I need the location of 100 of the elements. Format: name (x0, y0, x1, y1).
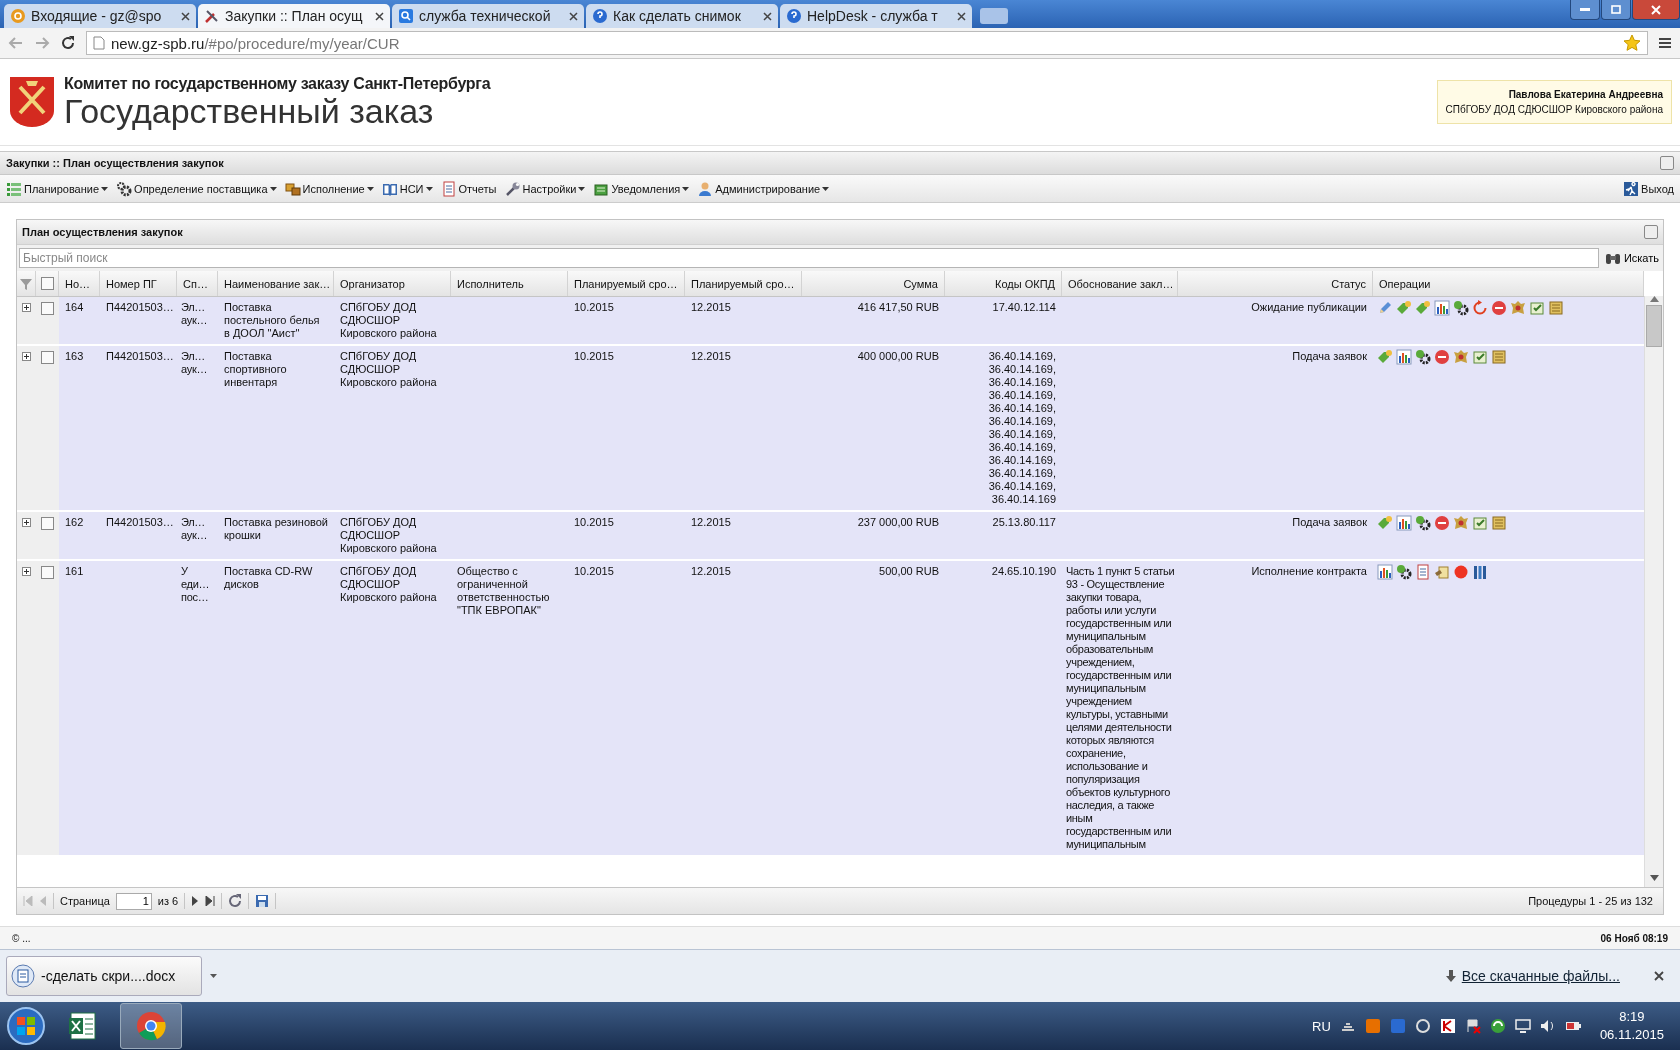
column-header[interactable]: Но… (59, 271, 100, 296)
save-icon[interactable] (255, 894, 270, 908)
dropdown-icon[interactable] (210, 974, 217, 978)
expand-icon[interactable] (22, 567, 31, 576)
expand-icon[interactable] (22, 303, 31, 312)
minimize-button[interactable] (1570, 0, 1600, 20)
menu-item[interactable]: Планирование (4, 178, 111, 199)
dot-icon[interactable] (1453, 564, 1469, 580)
logout-button[interactable]: Выход (1621, 178, 1676, 199)
page-field[interactable]: 1 (115, 892, 152, 910)
scroll-down-icon[interactable] (1649, 875, 1659, 881)
menu-item[interactable]: Исполнение (282, 178, 376, 199)
antivirus-icon[interactable] (1439, 1018, 1456, 1034)
menu-item[interactable]: НСИ (379, 178, 435, 199)
pencil-icon[interactable] (1377, 300, 1393, 316)
close-icon[interactable] (763, 11, 772, 21)
scroll-up-icon[interactable] (1649, 296, 1659, 302)
close-icon[interactable] (569, 11, 578, 21)
sync-icon[interactable] (1414, 1018, 1431, 1034)
table-row[interactable]: 162 П44201503… Эл… аук… Поставка резиновой крошки СПбГОБУ ДОД СДЮСШОР Кировского района 10.2015 12.2015 237 000,00 RUB 25.13.80.117 Подача заявок (17, 512, 1644, 561)
language-indicator[interactable]: RU (1312, 1018, 1331, 1034)
column-header[interactable]: Сумма (802, 271, 945, 296)
checkbox[interactable] (41, 302, 54, 315)
collapse-button[interactable] (1660, 156, 1674, 170)
browser-tab[interactable]: Входящие - gz@spo (4, 4, 196, 28)
bar-chart-icon[interactable] (1396, 349, 1412, 365)
gear-icon[interactable] (1396, 564, 1412, 580)
browser-tab[interactable]: Закупки :: План осущ (198, 4, 390, 28)
note-icon[interactable] (1529, 300, 1545, 316)
last-page-icon[interactable] (205, 896, 216, 906)
scroll-thumb[interactable] (1646, 305, 1662, 347)
emblem-icon[interactable] (1453, 349, 1469, 365)
close-icon[interactable] (957, 11, 966, 21)
refresh-button[interactable] (1644, 225, 1658, 239)
binders-icon[interactable] (1472, 564, 1488, 580)
close-button[interactable] (1632, 0, 1680, 20)
search-button[interactable]: Искать (1602, 251, 1661, 265)
stop-icon[interactable] (1491, 300, 1507, 316)
close-icon[interactable] (1654, 971, 1664, 981)
star-icon[interactable] (1623, 34, 1641, 52)
maximize-button[interactable] (1601, 0, 1631, 20)
bar-chart-icon[interactable] (1396, 515, 1412, 531)
all-downloads-link[interactable]: Все скачанные файлы... (1439, 967, 1626, 985)
address-bar[interactable]: new.gz-spb.ru/#po/procedure/my/year/CUR (86, 31, 1648, 55)
clock[interactable]: 8:19 06.11.2015 (1599, 1008, 1664, 1044)
column-header[interactable]: Планируемый сро… (568, 271, 685, 296)
column-header[interactable]: Планируемый сро… (685, 271, 802, 296)
column-header[interactable]: Коды ОКПД (945, 271, 1062, 296)
column-header[interactable]: Номер ПГ (100, 271, 177, 296)
search-field[interactable]: Быстрый поиск (19, 248, 1599, 268)
browser-tab[interactable]: HelpDesk - служба т (780, 4, 972, 28)
menu-item[interactable]: Администрирование (695, 178, 832, 199)
flag-icon[interactable] (1464, 1018, 1481, 1034)
emblem-icon[interactable] (1510, 300, 1526, 316)
gear-icon[interactable] (1415, 515, 1431, 531)
note-icon[interactable] (1472, 515, 1488, 531)
expand-icon[interactable] (22, 352, 31, 361)
menu-icon[interactable] (1658, 36, 1672, 50)
note-icon[interactable] (1472, 349, 1488, 365)
menu-item[interactable]: Уведомления (591, 178, 692, 199)
next-page-icon[interactable] (191, 896, 200, 906)
column-header[interactable]: Операции (1373, 271, 1644, 296)
column-header[interactable]: Исполнитель (451, 271, 568, 296)
column-header[interactable]: Наименование зак… (218, 271, 334, 296)
checkbox[interactable] (41, 566, 54, 579)
update-icon[interactable] (1489, 1018, 1506, 1034)
stop-icon[interactable] (1434, 349, 1450, 365)
table-row[interactable]: 164 П44201503… Эл… аук… Поставка постельного белья в ДООЛ "Аист" СПбГОБУ ДОД СДЮСШОР Кировского района 10.2015 12.2015 416 417,50 RUB 17.40.12.114 Ожидание публикации (17, 297, 1644, 346)
expand-icon[interactable] (22, 518, 31, 527)
emblem-icon[interactable] (1453, 515, 1469, 531)
bar-chart-icon[interactable] (1434, 300, 1450, 316)
filter-icon[interactable] (19, 276, 33, 291)
java-icon[interactable] (1364, 1018, 1381, 1034)
gear-icon[interactable] (1453, 300, 1469, 316)
browser-tab[interactable]: Как сделать снимок (586, 4, 778, 28)
menu-item[interactable]: Отчеты (438, 178, 499, 199)
volume-icon[interactable] (1539, 1018, 1556, 1034)
monitor-icon[interactable] (1514, 1018, 1531, 1034)
browser-tab[interactable]: служба технической (392, 4, 584, 28)
download-item[interactable]: -сделать скри....docx (6, 956, 202, 996)
column-header[interactable]: Обоснование закл… (1062, 271, 1178, 296)
scrollbar[interactable] (1644, 296, 1663, 887)
gear-icon[interactable] (1415, 349, 1431, 365)
column-header[interactable]: Организатор (334, 271, 451, 296)
checkbox[interactable] (41, 517, 54, 530)
reload-icon[interactable] (60, 35, 76, 51)
checkbox[interactable] (41, 351, 54, 364)
refresh-icon[interactable] (228, 894, 243, 908)
checkbox[interactable] (40, 277, 54, 290)
column-header[interactable]: Сп… (177, 271, 218, 296)
menu-item[interactable]: Настройки (502, 178, 588, 199)
stop-icon[interactable] (1434, 515, 1450, 531)
tag-icon[interactable] (1396, 300, 1412, 316)
start-button[interactable] (6, 1006, 46, 1046)
paper-icon[interactable] (1434, 564, 1450, 580)
bar-chart-icon[interactable] (1377, 564, 1393, 580)
close-icon[interactable] (375, 11, 384, 21)
column-header[interactable]: Статус (1178, 271, 1373, 296)
close-icon[interactable] (181, 11, 190, 21)
menu-item[interactable]: Определение поставщика (114, 178, 279, 199)
